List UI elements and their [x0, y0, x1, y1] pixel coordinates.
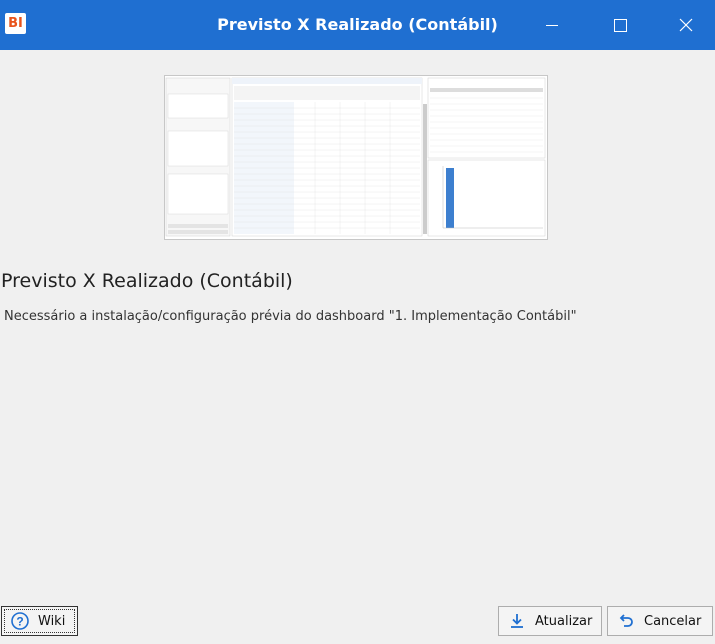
svg-text:?: ? [16, 615, 23, 629]
cancel-button[interactable]: Cancelar [607, 606, 713, 636]
download-icon [507, 611, 527, 631]
minimize-button[interactable] [529, 0, 575, 50]
wiki-label: Wiki [38, 613, 66, 629]
update-button[interactable]: Atualizar [498, 606, 602, 636]
cancel-label: Cancelar [644, 613, 702, 629]
close-button[interactable] [663, 0, 709, 50]
wiki-button[interactable]: ? Wiki [1, 606, 78, 636]
help-circle-icon: ? [10, 611, 30, 631]
dashboard-preview-image [165, 76, 547, 239]
undo-icon [616, 611, 636, 631]
close-icon [679, 18, 693, 32]
dashboard-title: Previsto X Realizado (Contábil) [1, 270, 293, 292]
dashboard-description: Necessário a instalação/configuração pré… [4, 309, 577, 324]
maximize-button[interactable] [597, 0, 643, 50]
update-label: Atualizar [535, 613, 593, 629]
dashboard-preview-thumbnail [164, 75, 548, 240]
minimize-icon [546, 24, 558, 26]
title-bar: BI Previsto X Realizado (Contábil) [0, 0, 715, 50]
maximize-icon [613, 18, 627, 32]
